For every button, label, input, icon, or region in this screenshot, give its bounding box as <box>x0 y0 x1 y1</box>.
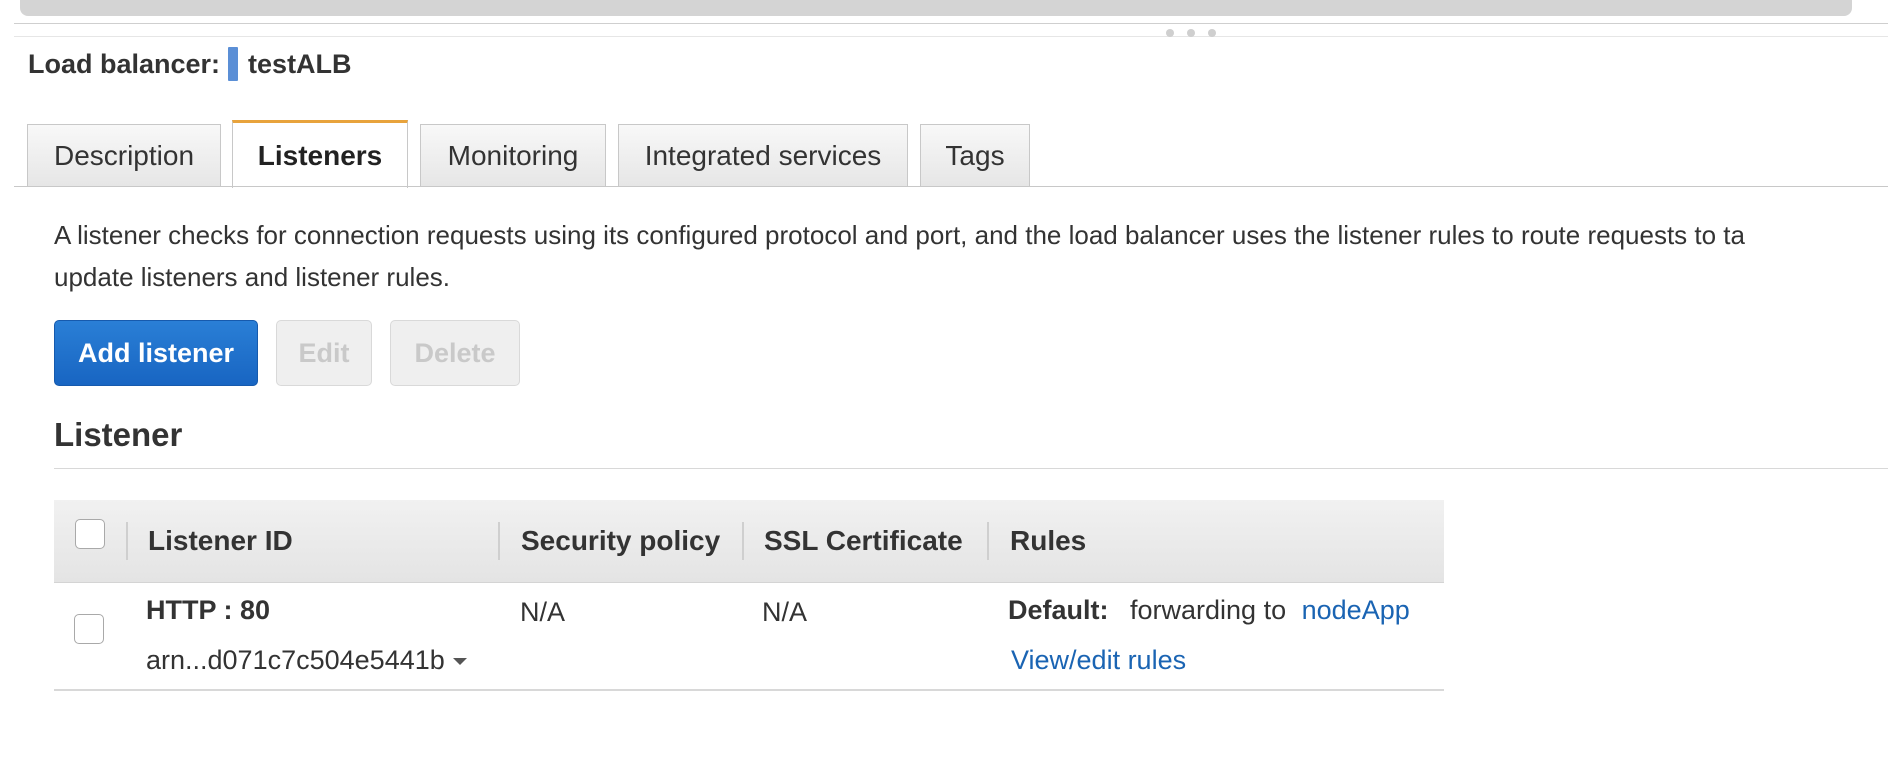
rules-default: Default: forwarding to nodeApp <box>1008 595 1410 626</box>
listeners-table: Listener ID Security policy SSL Certific… <box>54 500 1444 691</box>
view-edit-rules-link[interactable]: View/edit rules <box>1011 645 1186 676</box>
column-separator <box>126 522 128 560</box>
target-group-link[interactable]: nodeApp <box>1302 595 1410 625</box>
tab-description[interactable]: Description <box>27 124 221 186</box>
tab-monitoring[interactable]: Monitoring <box>420 124 606 186</box>
rules-forward-text: forwarding to <box>1130 595 1287 625</box>
delete-button[interactable]: Delete <box>390 320 520 386</box>
description-line-1: A listener checks for connection request… <box>54 220 1745 250</box>
section-divider <box>54 468 1888 469</box>
select-all-checkbox[interactable] <box>75 519 105 549</box>
tabs-baseline <box>14 186 1888 187</box>
tab-listeners[interactable]: Listeners <box>232 120 408 188</box>
row-select-checkbox[interactable] <box>74 614 104 644</box>
ssl-certificate-value: N/A <box>762 597 808 627</box>
column-separator <box>987 522 989 560</box>
load-balancer-name: testALB <box>248 48 352 79</box>
load-balancer-label: Load balancer: <box>28 48 221 79</box>
column-separator <box>498 522 500 560</box>
resize-grip-icon[interactable] <box>1166 29 1216 37</box>
listener-arn-text: arn...d071c7c504e5441b <box>146 645 445 675</box>
listeners-panel: Load balancer: testALB Description Liste… <box>0 0 1888 758</box>
horizontal-scrollbar[interactable] <box>20 0 1852 16</box>
add-listener-button[interactable]: Add listener <box>54 320 258 386</box>
load-balancer-header: Load balancer: testALB <box>28 46 352 82</box>
tab-integrated-services[interactable]: Integrated services <box>618 124 908 186</box>
listener-description: A listener checks for connection request… <box>54 214 1888 298</box>
section-title: Listener <box>54 416 183 453</box>
listener-protocol-port: HTTP : 80 <box>146 595 271 625</box>
table-row[interactable]: HTTP : 80 arn...d071c7c504e5441b N/A N/A… <box>54 583 1444 691</box>
column-header-security-policy[interactable]: Security policy <box>521 500 720 582</box>
rules-default-label: Default: <box>1008 595 1109 625</box>
column-header-listener-id[interactable]: Listener ID <box>148 500 293 582</box>
column-header-ssl-certificate[interactable]: SSL Certificate <box>764 500 963 582</box>
panel-divider <box>14 23 1888 24</box>
load-balancer-color-marker <box>228 47 239 81</box>
caret-down-icon[interactable] <box>452 658 467 666</box>
column-header-rules[interactable]: Rules <box>1010 500 1086 582</box>
table-header: Listener ID Security policy SSL Certific… <box>54 500 1444 583</box>
listener-arn[interactable]: arn...d071c7c504e5441b <box>146 645 467 676</box>
panel-divider-secondary <box>14 36 1888 37</box>
column-separator <box>742 522 744 560</box>
description-line-2: update listeners and listener rules. <box>54 262 451 292</box>
tab-tags[interactable]: Tags <box>920 124 1030 186</box>
security-policy-value: N/A <box>520 597 566 627</box>
edit-button[interactable]: Edit <box>276 320 372 386</box>
